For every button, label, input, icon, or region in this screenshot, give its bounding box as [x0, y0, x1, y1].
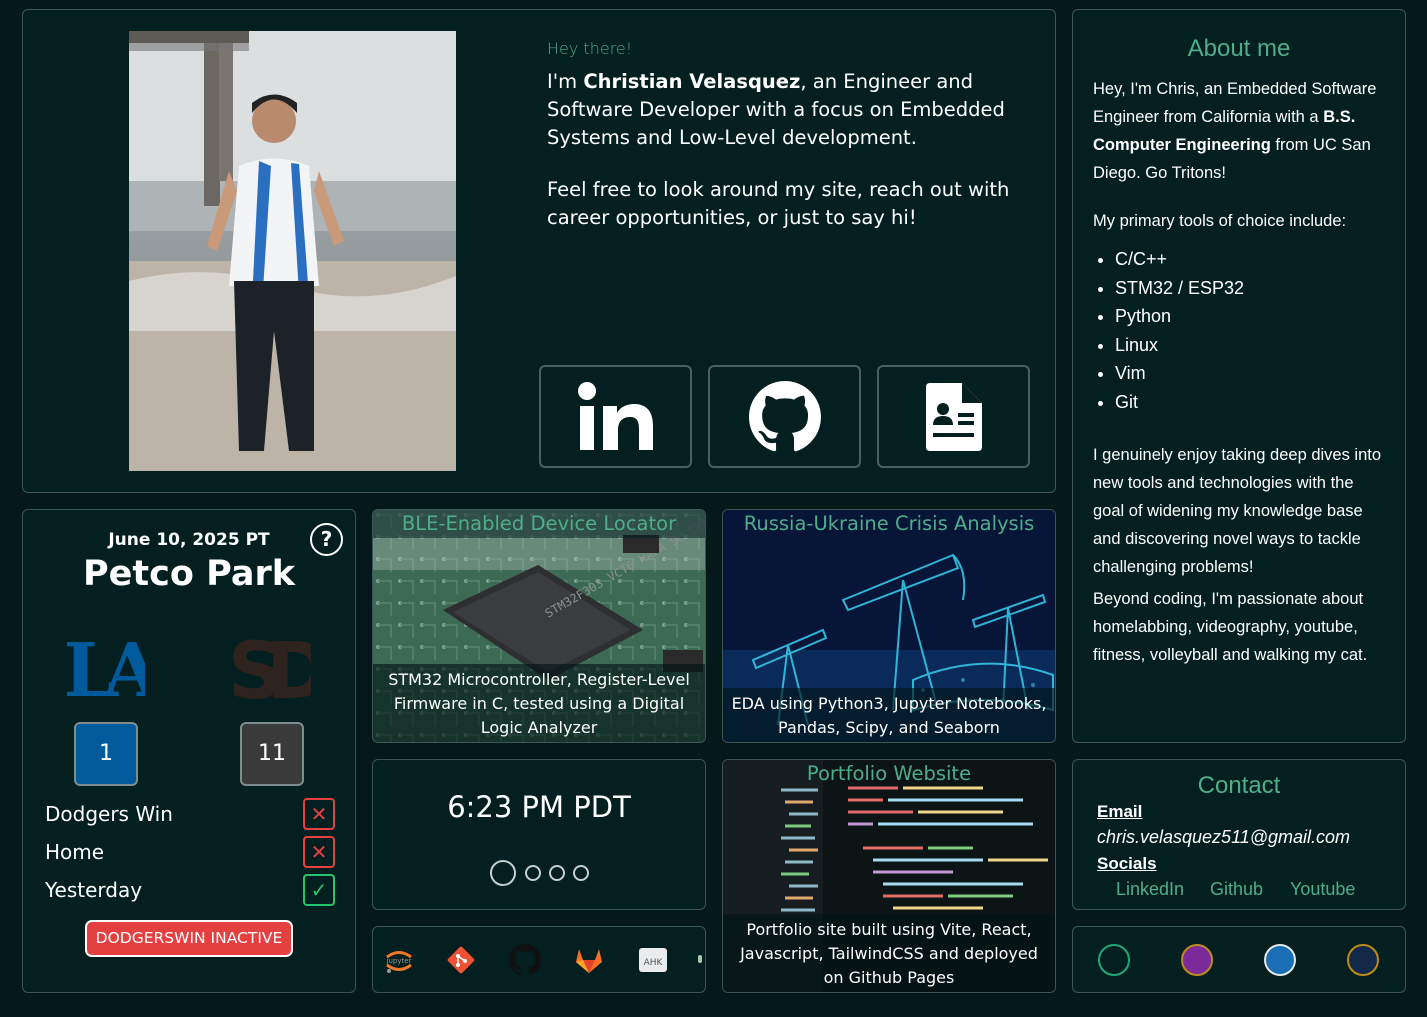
check-icon: ✓	[303, 874, 335, 906]
list-item: STM32 / ESP32	[1115, 274, 1385, 303]
stat-label: Home	[45, 840, 105, 864]
stat-label: Yesterday	[45, 878, 143, 902]
list-item: Python	[1115, 302, 1385, 331]
github-icon	[748, 380, 821, 451]
project-description: Portfolio site built using Vite, React, …	[723, 914, 1055, 992]
cross-icon: ✕	[303, 836, 335, 868]
linkedin-icon	[577, 381, 653, 450]
clock-page-dot[interactable]	[549, 865, 565, 881]
list-item: Vim	[1115, 359, 1385, 388]
project-title: Russia-Ukraine Crisis Analysis	[743, 512, 1035, 535]
contact-title: Contact	[1197, 772, 1281, 799]
project-card-portfolio[interactable]: Portfolio Website Portfolio site built u…	[722, 759, 1056, 993]
about-card: About me Hey, I'm Chris, an Embedded Sof…	[1072, 9, 1406, 743]
away-score: 1	[74, 722, 138, 786]
jupyter-icon: jupyter	[386, 951, 412, 973]
clock-card: 6:23 PM PDT	[372, 759, 706, 910]
project-card-russia-ukraine[interactable]: Russia-Ukraine Crisis Analysis EDA using…	[722, 509, 1056, 743]
linkedin-button[interactable]	[539, 365, 692, 468]
clock-time: 6:23 PM PDT	[447, 790, 631, 824]
game-venue: Petco Park	[83, 554, 295, 594]
project-description: STM32 Microcontroller, Register-Level Fi…	[373, 664, 705, 742]
tools-intro: My primary tools of choice include:	[1093, 212, 1347, 230]
project-description: EDA using Python3, Jupyter Notebooks, Pa…	[723, 688, 1055, 742]
about-paragraph: Hey, I'm Chris, an Embedded Software Eng…	[1093, 80, 1377, 182]
resume-icon	[925, 382, 982, 451]
list-item: Linux	[1115, 331, 1385, 360]
about-title: About me	[1187, 35, 1291, 62]
theme-green-button[interactable]	[1098, 944, 1130, 976]
list-item: C/C++	[1115, 245, 1385, 274]
email-label: Email	[1097, 802, 1143, 821]
project-title: BLE-Enabled Device Locator	[373, 510, 705, 538]
github-icon	[509, 944, 541, 976]
theme-blue-button[interactable]	[1264, 944, 1296, 976]
autohotkey-icon: AHK	[639, 948, 667, 972]
about-paragraph: Beyond coding, I'm passionate about home…	[1093, 589, 1368, 664]
theme-picker-card	[1072, 926, 1406, 993]
list-item: Git	[1115, 388, 1385, 417]
stat-row-home: Home ✕	[45, 836, 335, 870]
stat-label: Dodgers Win	[45, 802, 173, 826]
email-link[interactable]: chris.velasquez511@gmail.com	[1097, 827, 1350, 848]
scroll-indicator	[698, 955, 702, 963]
name-text: Christian Velasquez	[583, 70, 801, 93]
project-title: Portfolio Website	[806, 762, 972, 785]
resume-button[interactable]	[877, 365, 1030, 468]
clock-page-dot-active[interactable]	[490, 860, 516, 886]
tools-list: C/C++ STM32 / ESP32 Python Linux Vim Git	[1115, 245, 1385, 417]
github-button[interactable]	[708, 365, 861, 468]
socials-label: Socials	[1097, 854, 1157, 873]
dodgerswin-status-button[interactable]: DODGERSWIN INACTIVE	[85, 920, 293, 957]
github-link[interactable]: Github	[1210, 879, 1263, 900]
tools-card: jupyter AHK	[372, 926, 706, 993]
contact-card: Contact Email chris.velasquez511@gmail.c…	[1072, 759, 1406, 910]
game-date: June 10, 2025 PT	[108, 530, 270, 550]
svg-text:SD: SD	[229, 627, 311, 708]
theme-purple-button[interactable]	[1181, 944, 1213, 976]
git-icon	[447, 946, 475, 974]
linkedin-link[interactable]: LinkedIn	[1116, 879, 1184, 900]
theme-gold-button[interactable]	[1347, 944, 1379, 976]
svg-text:LA: LA	[67, 628, 145, 708]
game-card: June 10, 2025 PT Petco Park ? LA SD 1 11…	[22, 509, 356, 993]
gitlab-icon	[576, 949, 602, 973]
youtube-link[interactable]: Youtube	[1290, 879, 1355, 900]
intro-text: I'm Christian Velasquez, an Engineer and…	[547, 70, 1005, 149]
dodgers-logo: LA	[67, 628, 145, 708]
stat-row-dodgers-win: Dodgers Win ✕	[45, 798, 335, 832]
stat-row-yesterday: Yesterday ✓	[45, 874, 335, 908]
clock-page-dot[interactable]	[573, 865, 589, 881]
hero-card: Hey there! I'm Christian Velasquez, an E…	[22, 9, 1056, 493]
svg-text:jupyter: jupyter	[386, 957, 412, 965]
greeting-text: Hey there!	[547, 39, 633, 58]
project-card-ble[interactable]: STM32F303 VCT6 HAFA 9U CHN HP 301 BLE-En…	[372, 509, 706, 743]
help-button[interactable]: ?	[310, 523, 343, 556]
padres-logo: SD	[229, 627, 311, 708]
clock-page-dot[interactable]	[525, 865, 541, 881]
invite-text: Feel free to look around my site, reach …	[547, 178, 1010, 229]
profile-photo	[129, 31, 456, 471]
home-score: 11	[240, 722, 304, 786]
svg-text:AHK: AHK	[644, 958, 664, 968]
about-paragraph: I genuinely enjoy taking deep dives into…	[1093, 445, 1382, 576]
cross-icon: ✕	[303, 798, 335, 830]
